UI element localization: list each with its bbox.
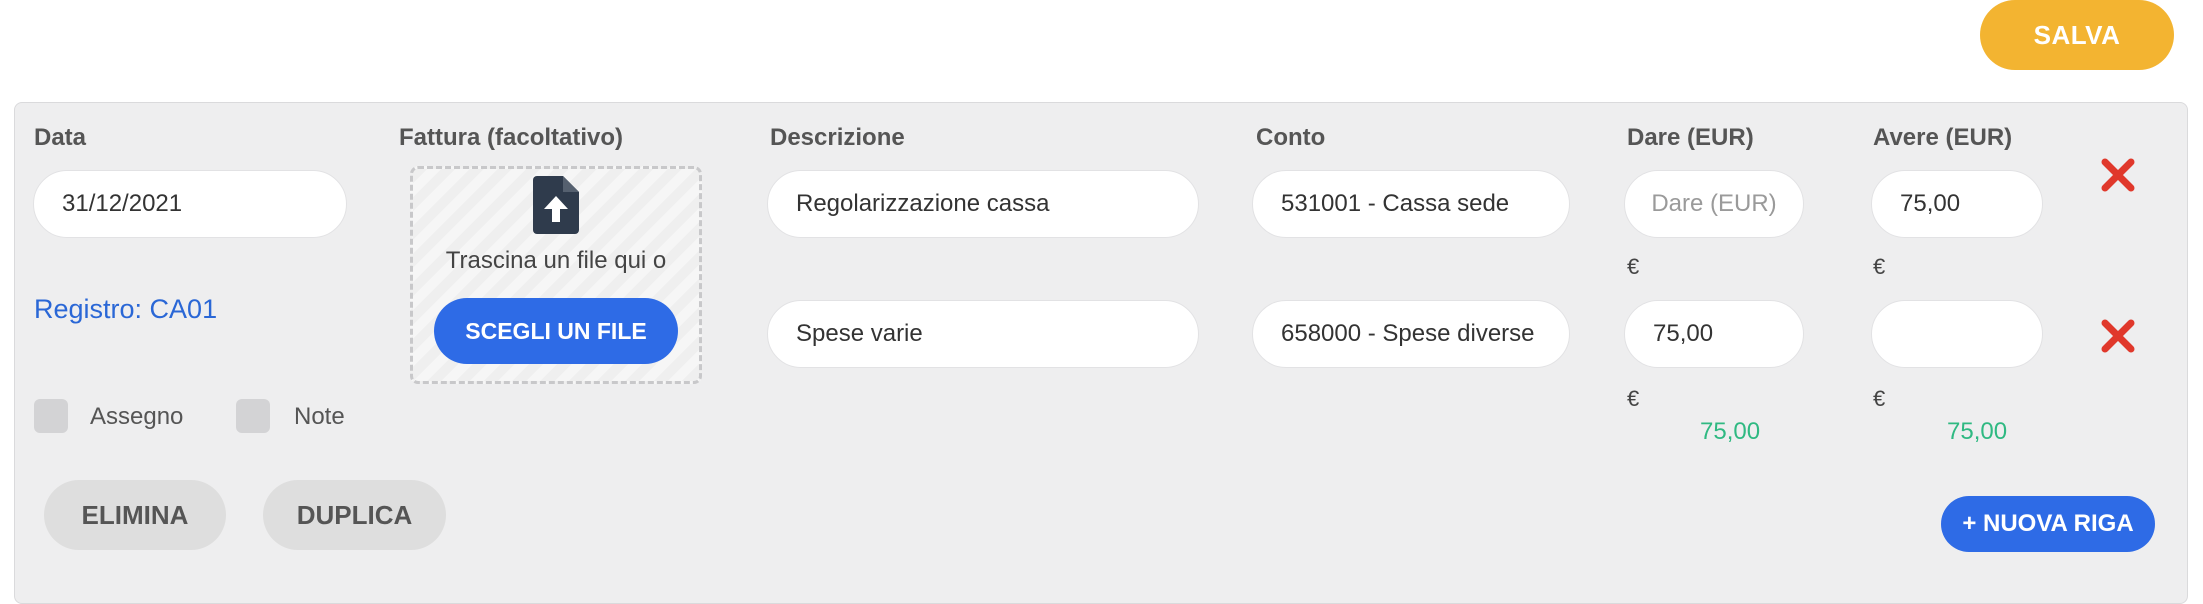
- row-2-credit-input[interactable]: [1871, 300, 2043, 368]
- close-icon: [2101, 319, 2135, 353]
- row-1-credit-input[interactable]: 75,00: [1871, 170, 2043, 238]
- row-2-remove-button[interactable]: [2100, 318, 2136, 354]
- row-2-credit-currency: €: [1873, 386, 1886, 411]
- column-label-invoice: Fattura (facoltativo): [399, 124, 624, 151]
- register-link[interactable]: Registro: CA01: [34, 294, 217, 325]
- row-2-debit-currency: €: [1627, 386, 1640, 411]
- row-2-description-input[interactable]: Spese varie: [767, 300, 1199, 368]
- column-label-description: Descrizione: [770, 124, 905, 151]
- row-2-debit-input[interactable]: 75,00: [1624, 300, 1804, 368]
- save-button[interactable]: SALVA: [1980, 0, 2174, 70]
- duplicate-button[interactable]: DUPLICA: [263, 480, 446, 550]
- row-1-credit-currency: €: [1873, 254, 1886, 279]
- row-1-debit-placeholder: Dare (EUR): [1651, 190, 1777, 217]
- debit-total: 75,00: [1700, 418, 1761, 445]
- column-label-credit: Avere (EUR): [1873, 124, 2013, 151]
- notes-checkbox-label: Note: [294, 403, 345, 430]
- check-checkbox-label: Assegno: [90, 403, 184, 430]
- dropzone-text: Trascina un file qui o: [445, 247, 667, 274]
- column-label-account: Conto: [1256, 124, 1326, 151]
- check-checkbox[interactable]: [34, 399, 68, 433]
- column-label-date: Data: [34, 124, 87, 151]
- delete-button[interactable]: ELIMINA: [44, 480, 226, 550]
- row-1-account-select[interactable]: 531001 - Cassa sede: [1252, 170, 1570, 238]
- date-input[interactable]: 31/12/2021: [33, 170, 347, 238]
- close-icon: [2101, 158, 2135, 192]
- row-1-debit-input[interactable]: Dare (EUR): [1624, 170, 1804, 238]
- row-2-account-select[interactable]: 658000 - Spese diverse: [1252, 300, 1570, 368]
- row-1-description-input[interactable]: Regolarizzazione cassa: [767, 170, 1199, 238]
- row-1-debit-currency: €: [1627, 254, 1640, 279]
- file-upload-icon: [533, 176, 579, 234]
- choose-file-button[interactable]: SCEGLI UN FILE: [434, 298, 678, 364]
- new-row-button[interactable]: + NUOVA RIGA: [1941, 496, 2155, 552]
- row-1-remove-button[interactable]: [2100, 157, 2136, 193]
- column-label-debit: Dare (EUR): [1627, 124, 1754, 151]
- credit-total: 75,00: [1947, 418, 2008, 445]
- notes-checkbox[interactable]: [236, 399, 270, 433]
